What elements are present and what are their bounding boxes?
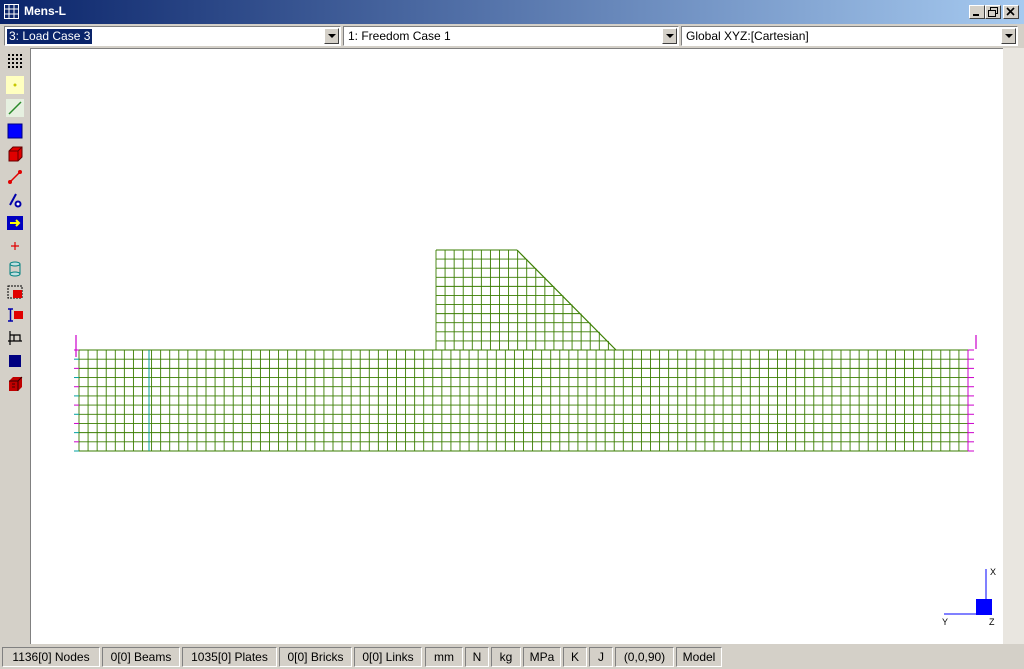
- restore-icon: [988, 7, 998, 17]
- maximize-button[interactable]: [985, 5, 1001, 19]
- load-arrow-icon[interactable]: [6, 214, 24, 232]
- unit-length[interactable]: mm: [425, 647, 463, 667]
- view-angle: (0,0,90): [615, 647, 674, 667]
- minimize-button[interactable]: [969, 5, 985, 19]
- restraint-icon[interactable]: [6, 191, 24, 209]
- beam-properties-icon[interactable]: [6, 306, 24, 324]
- bricks-count: 0[0] Bricks: [279, 647, 352, 667]
- model-viewport[interactable]: X Y Z: [30, 48, 1003, 644]
- chevron-down-icon[interactable]: [662, 28, 677, 44]
- plate-properties-icon[interactable]: [6, 283, 24, 301]
- cylinder-icon[interactable]: [6, 260, 24, 278]
- unit-mass[interactable]: kg: [491, 647, 521, 667]
- point-icon[interactable]: [6, 237, 24, 255]
- freedom-case-value: 1: Freedom Case 1: [348, 29, 451, 43]
- coordinate-system-value: Global XYZ:[Cartesian]: [686, 29, 809, 43]
- title-bar: Mens-L: [0, 0, 1024, 24]
- beam-icon[interactable]: [6, 99, 24, 117]
- vertical-scrollbar[interactable]: [1003, 48, 1024, 644]
- window-title: Mens-L: [24, 4, 66, 18]
- axis-z-label: Z: [989, 617, 995, 627]
- case-selector-bar: 3: Load Case 3 1: Freedom Case 1 Global …: [0, 24, 1024, 48]
- load-case-value: 3: Load Case 3: [7, 29, 93, 44]
- solid-box-icon[interactable]: [6, 375, 24, 393]
- axis-x-label: X: [990, 567, 996, 577]
- minimize-icon: [973, 14, 979, 16]
- status-bar: 1136[0] Nodes 0[0] Beams 1035[0] Plates …: [0, 644, 1024, 669]
- fill-icon[interactable]: [6, 352, 24, 370]
- nodes-count: 1136[0] Nodes: [2, 647, 100, 667]
- beams-count: 0[0] Beams: [102, 647, 180, 667]
- unit-stress[interactable]: MPa: [523, 647, 561, 667]
- chevron-down-icon[interactable]: [1001, 28, 1016, 44]
- plate-icon[interactable]: [6, 122, 24, 140]
- node-icon[interactable]: [6, 76, 24, 94]
- axis-triad: X Y Z: [942, 567, 996, 627]
- unit-energy[interactable]: J: [589, 647, 613, 667]
- coordinate-system-select[interactable]: Global XYZ:[Cartesian]: [681, 26, 1018, 46]
- unit-force[interactable]: N: [465, 647, 489, 667]
- brick-icon[interactable]: [6, 145, 24, 163]
- close-icon: [1006, 7, 1015, 16]
- entity-toolbar: [0, 48, 30, 644]
- freedom-case-select[interactable]: 1: Freedom Case 1: [343, 26, 679, 46]
- mode-indicator: Model: [676, 647, 722, 667]
- chevron-down-icon[interactable]: [324, 28, 339, 44]
- plates-count: 1035[0] Plates: [182, 647, 277, 667]
- plate-mesh[interactable]: [31, 49, 1003, 644]
- link-icon[interactable]: [6, 168, 24, 186]
- grid-dots-icon[interactable]: [6, 52, 24, 70]
- grid-app-icon: [4, 4, 19, 19]
- measure-icon[interactable]: [6, 329, 24, 347]
- load-case-select[interactable]: 3: Load Case 3: [4, 26, 341, 46]
- close-button[interactable]: [1003, 5, 1019, 19]
- links-count: 0[0] Links: [354, 647, 422, 667]
- axis-y-label: Y: [942, 617, 948, 627]
- unit-temperature[interactable]: K: [563, 647, 587, 667]
